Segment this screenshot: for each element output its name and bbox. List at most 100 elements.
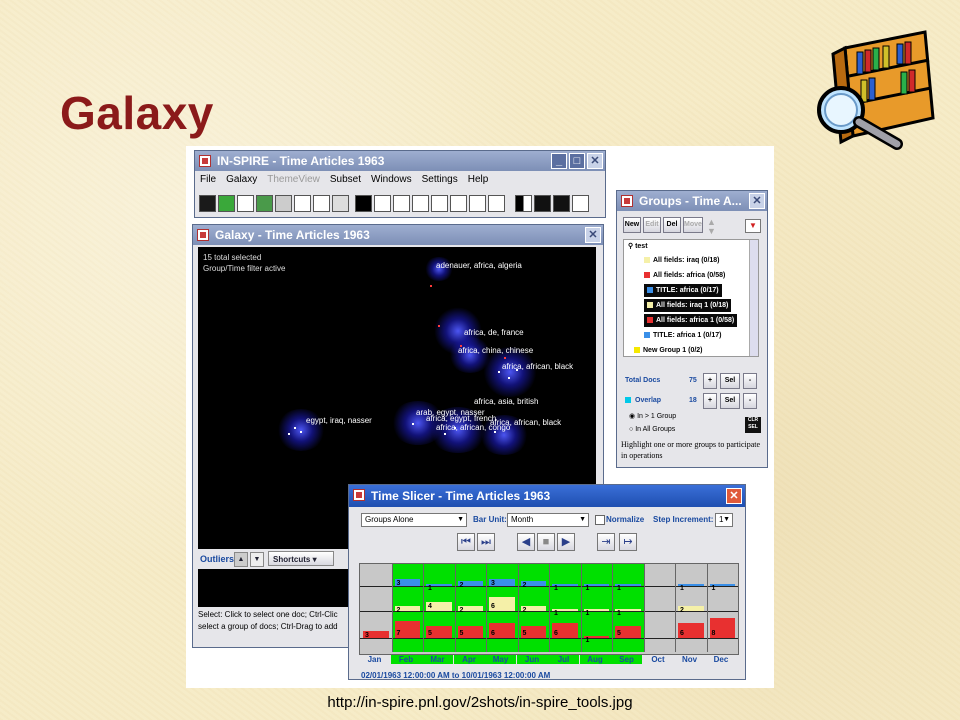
tree-item[interactable]: New Group 1 (0/2)	[634, 344, 703, 356]
documents-icon[interactable]	[374, 195, 391, 212]
step-increment-input[interactable]: 1	[715, 513, 733, 527]
subset-icon[interactable]	[275, 195, 292, 212]
doc-point[interactable]	[300, 431, 302, 433]
overlap-select-button[interactable]: Sel	[720, 393, 740, 409]
percent-icon[interactable]	[431, 195, 448, 212]
radio-in-all-groups[interactable]: ○ In All Groups	[629, 426, 675, 433]
menu-settings[interactable]: Settings	[417, 171, 463, 188]
selected-doc-point[interactable]	[438, 325, 440, 327]
groups-window-titlebar[interactable]: Groups - Time A... ✕	[617, 191, 767, 211]
groups-icon[interactable]	[256, 195, 273, 212]
total-docs-value: 75	[689, 377, 697, 384]
minimize-button[interactable]: _	[551, 153, 567, 169]
doc-point[interactable]	[498, 371, 500, 373]
tree-item-selected[interactable]: TITLE: africa (0/17)	[644, 284, 722, 297]
scissors-icon[interactable]	[237, 195, 254, 212]
stop-button[interactable]: ■	[537, 533, 555, 551]
menu-subset[interactable]: Subset	[325, 171, 366, 188]
new-group-button[interactable]: New	[623, 217, 641, 233]
galaxy-window-titlebar[interactable]: Galaxy - Time Articles 1963 ✕	[193, 225, 603, 245]
shortcuts-button[interactable]: Shortcuts ▾	[268, 551, 334, 566]
total-docs-remove-button[interactable]: -	[743, 373, 757, 389]
time-slicer-close-button[interactable]: ✕	[726, 488, 742, 504]
zoom-icon[interactable]	[294, 195, 311, 212]
undo-icon[interactable]	[572, 195, 589, 212]
main-window: IN-SPIRE - Time Articles 1963 _ □ ✕ File…	[194, 150, 606, 218]
play-forward-button[interactable]: ▶	[557, 533, 575, 551]
delete-group-button[interactable]: Del	[663, 217, 681, 233]
menu-themeview[interactable]: ThemeView	[262, 171, 325, 188]
gradient-icon[interactable]	[515, 195, 532, 212]
select-icon[interactable]	[332, 195, 349, 212]
month-label: May	[485, 655, 516, 664]
star-field-icon[interactable]	[355, 195, 372, 212]
doc-point[interactable]	[444, 433, 446, 435]
tree-item[interactable]: All fields: iraq (0/18)	[644, 254, 720, 267]
collapse-range-button[interactable]: ⇥	[597, 533, 615, 551]
edit-group-button[interactable]: Edit	[643, 217, 661, 233]
move-group-button[interactable]: Move	[683, 217, 703, 233]
check-icon[interactable]	[218, 195, 235, 212]
selected-doc-point[interactable]	[430, 285, 432, 287]
doc-point[interactable]	[288, 433, 290, 435]
overlap-add-button[interactable]: +	[703, 393, 717, 409]
move-down-icon[interactable]: ▼	[707, 226, 716, 236]
groups-close-button[interactable]: ✕	[749, 193, 765, 209]
bar-unit-select[interactable]: Month	[507, 513, 589, 527]
main-window-title: IN-SPIRE - Time Articles 1963	[217, 154, 385, 168]
menu-windows[interactable]: Windows	[366, 171, 417, 188]
close-button[interactable]: ✕	[587, 153, 603, 169]
galaxy-window-title: Galaxy - Time Articles 1963	[215, 228, 370, 242]
main-window-titlebar[interactable]: IN-SPIRE - Time Articles 1963 _ □ ✕	[195, 151, 605, 171]
probe2-icon[interactable]	[488, 195, 505, 212]
bar-count-label: 5	[522, 630, 527, 637]
menu-file[interactable]: File	[195, 171, 221, 188]
probe-icon[interactable]	[393, 195, 410, 212]
tree-item-label: All fields: iraq 1 (0/18)	[656, 302, 729, 309]
month-label: Jul	[548, 655, 579, 664]
menu-help[interactable]: Help	[463, 171, 494, 188]
step-to-start-button[interactable]: ⏮	[457, 533, 475, 551]
groups-mode-select[interactable]: Groups Alone	[361, 513, 467, 527]
outliers-up-button[interactable]: ▲	[234, 552, 248, 567]
hand-select-icon[interactable]	[412, 195, 429, 212]
tree-scrollbar[interactable]	[749, 240, 758, 356]
group-color-dropdown-icon[interactable]: ▼	[745, 219, 761, 233]
clear-selection-button[interactable]: CLR SEL	[745, 417, 761, 433]
tree-item-label: All fields: africa (0/58)	[653, 272, 726, 279]
tree-item[interactable]: TITLE: africa 1 (0/17)	[644, 329, 721, 342]
query-icon[interactable]	[450, 195, 467, 212]
total-docs-label: Total Docs	[625, 377, 661, 384]
tree-item[interactable]: All fields: africa (0/58)	[644, 269, 725, 282]
outliers-down-button[interactable]: ▼	[250, 552, 264, 567]
normalize-checkbox[interactable]	[595, 515, 605, 525]
hand-pan-icon[interactable]	[313, 195, 330, 212]
tree-item-selected[interactable]: All fields: africa 1 (0/58)	[644, 314, 738, 327]
time-slicer-titlebar[interactable]: Time Slicer - Time Articles 1963 ✕	[349, 485, 745, 507]
doc-point[interactable]	[294, 427, 296, 429]
tree-root[interactable]: ⚲ test	[628, 242, 648, 250]
reverse-selection-icon[interactable]	[553, 195, 570, 212]
doc-point[interactable]	[508, 377, 510, 379]
time-histogram[interactable]: 3 1 2 3 2 1 1 1 1 1 2 4 2 6 2 1 1 1 2 3 7 5 5 6 5 6 1 5 6 8	[359, 563, 739, 655]
source-url[interactable]: http://in-spire.pnl.gov/2shots/in-spire_…	[0, 694, 960, 711]
total-docs-select-button[interactable]: Sel	[720, 373, 740, 389]
radio-in-more-than-one[interactable]: ◉ In > 1 Group	[629, 412, 676, 420]
clear-selection-icon[interactable]	[534, 195, 551, 212]
group-tree[interactable]: ⚲ test All fields: iraq (0/18) All field…	[623, 239, 759, 357]
overlap-remove-button[interactable]: -	[743, 393, 757, 409]
month-label: Dec	[713, 655, 729, 664]
total-docs-add-button[interactable]: +	[703, 373, 717, 389]
selected-doc-point[interactable]	[504, 357, 506, 359]
play-backward-button[interactable]: ◀	[517, 533, 535, 551]
tree-item-selected[interactable]: All fields: iraq 1 (0/18)	[644, 299, 732, 312]
expand-range-button[interactable]: ↦	[619, 533, 637, 551]
galaxy-close-button[interactable]: ✕	[585, 227, 601, 243]
tools-icon[interactable]	[469, 195, 486, 212]
maximize-button[interactable]: □	[569, 153, 585, 169]
bar-count-label: 6	[680, 630, 684, 637]
menu-galaxy[interactable]: Galaxy	[221, 171, 262, 188]
add-to-subset-icon[interactable]	[199, 195, 216, 212]
step-to-end-button[interactable]: ⏭	[477, 533, 495, 551]
doc-point[interactable]	[412, 423, 414, 425]
